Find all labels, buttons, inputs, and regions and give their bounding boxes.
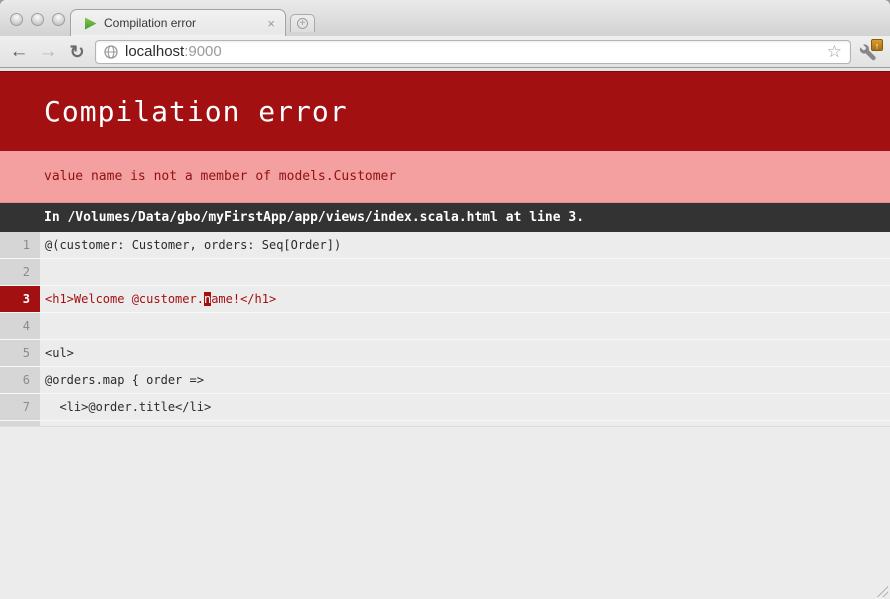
globe-icon (104, 45, 118, 59)
source-path-bar: In /Volumes/Data/gbo/myFirstApp/app/view… (0, 203, 890, 232)
line-text: <li>@order.title</li> (40, 394, 890, 420)
url-text[interactable]: localhost:9000 (125, 43, 820, 60)
resize-grip-icon[interactable] (875, 584, 888, 597)
line-text: @(customer: Customer, orders: Seq[Order]… (40, 232, 890, 258)
back-button[interactable]: ← (8, 41, 30, 63)
new-tab-button[interactable]: + (290, 14, 315, 32)
code-line-1: 1 @(customer: Customer, orders: Seq[Orde… (0, 232, 890, 259)
error-header: Compilation error (0, 71, 890, 151)
line-text (40, 259, 890, 285)
line-text: <h1>Welcome @customer.name!</h1> (40, 286, 890, 312)
line-number: 2 (0, 259, 40, 285)
code-line-4: 4 (0, 313, 890, 340)
code-line-3-error: 3 <h1>Welcome @customer.name!</h1> (0, 286, 890, 313)
plus-icon: + (297, 18, 308, 29)
page-content: Compilation error value name is not a me… (0, 68, 890, 599)
tab-title: Compilation error (104, 16, 265, 30)
tab-compilation-error[interactable]: Compilation error × (70, 9, 286, 36)
url-port: :9000 (184, 43, 222, 60)
tab-close-icon[interactable]: × (265, 17, 277, 30)
error-line-pre: <h1>Welcome @customer. (45, 292, 204, 306)
code-line-5: 5 <ul> (0, 340, 890, 367)
source-location: In /Volumes/Data/gbo/myFirstApp/app/view… (44, 210, 584, 225)
error-banner: value name is not a member of models.Cus… (0, 151, 890, 203)
line-text: @orders.map { order => (40, 367, 890, 393)
code-line-7: 7 <li>@order.title</li> (0, 394, 890, 421)
address-bar[interactable]: localhost:9000 ☆ (95, 40, 851, 64)
line-number: 1 (0, 232, 40, 258)
window-close-button[interactable] (10, 13, 23, 26)
wrench-menu-button[interactable]: ↑ (858, 41, 882, 63)
play-framework-icon (84, 17, 97, 30)
code-line-2: 2 (0, 259, 890, 286)
navigation-toolbar: ← → ↻ localhost:9000 ☆ ↑ (0, 36, 890, 68)
traffic-lights (10, 13, 65, 26)
code-line-6: 6 @orders.map { order => (0, 367, 890, 394)
update-badge-icon: ↑ (871, 39, 883, 51)
line-number: 6 (0, 367, 40, 393)
error-message: value name is not a member of models.Cus… (44, 169, 396, 184)
error-line-post: ame!</h1> (211, 292, 276, 306)
line-number: 7 (0, 394, 40, 420)
page-empty-area (0, 426, 890, 599)
code-listing: 1 @(customer: Customer, orders: Seq[Orde… (0, 232, 890, 426)
forward-button[interactable]: → (37, 41, 59, 63)
browser-window: Compilation error × + ← → ↻ localhost:90… (0, 0, 890, 599)
window-zoom-button[interactable] (52, 13, 65, 26)
page-title: Compilation error (44, 95, 348, 128)
window-minimize-button[interactable] (31, 13, 44, 26)
line-number: 5 (0, 340, 40, 366)
titlebar: Compilation error × + (0, 0, 890, 36)
bookmark-star-icon[interactable]: ☆ (827, 43, 842, 60)
line-number: 4 (0, 313, 40, 339)
line-text: <ul> (40, 340, 890, 366)
reload-button[interactable]: ↻ (66, 41, 88, 63)
url-host: localhost (125, 43, 184, 60)
line-text (40, 313, 890, 339)
line-number: 3 (0, 286, 40, 312)
